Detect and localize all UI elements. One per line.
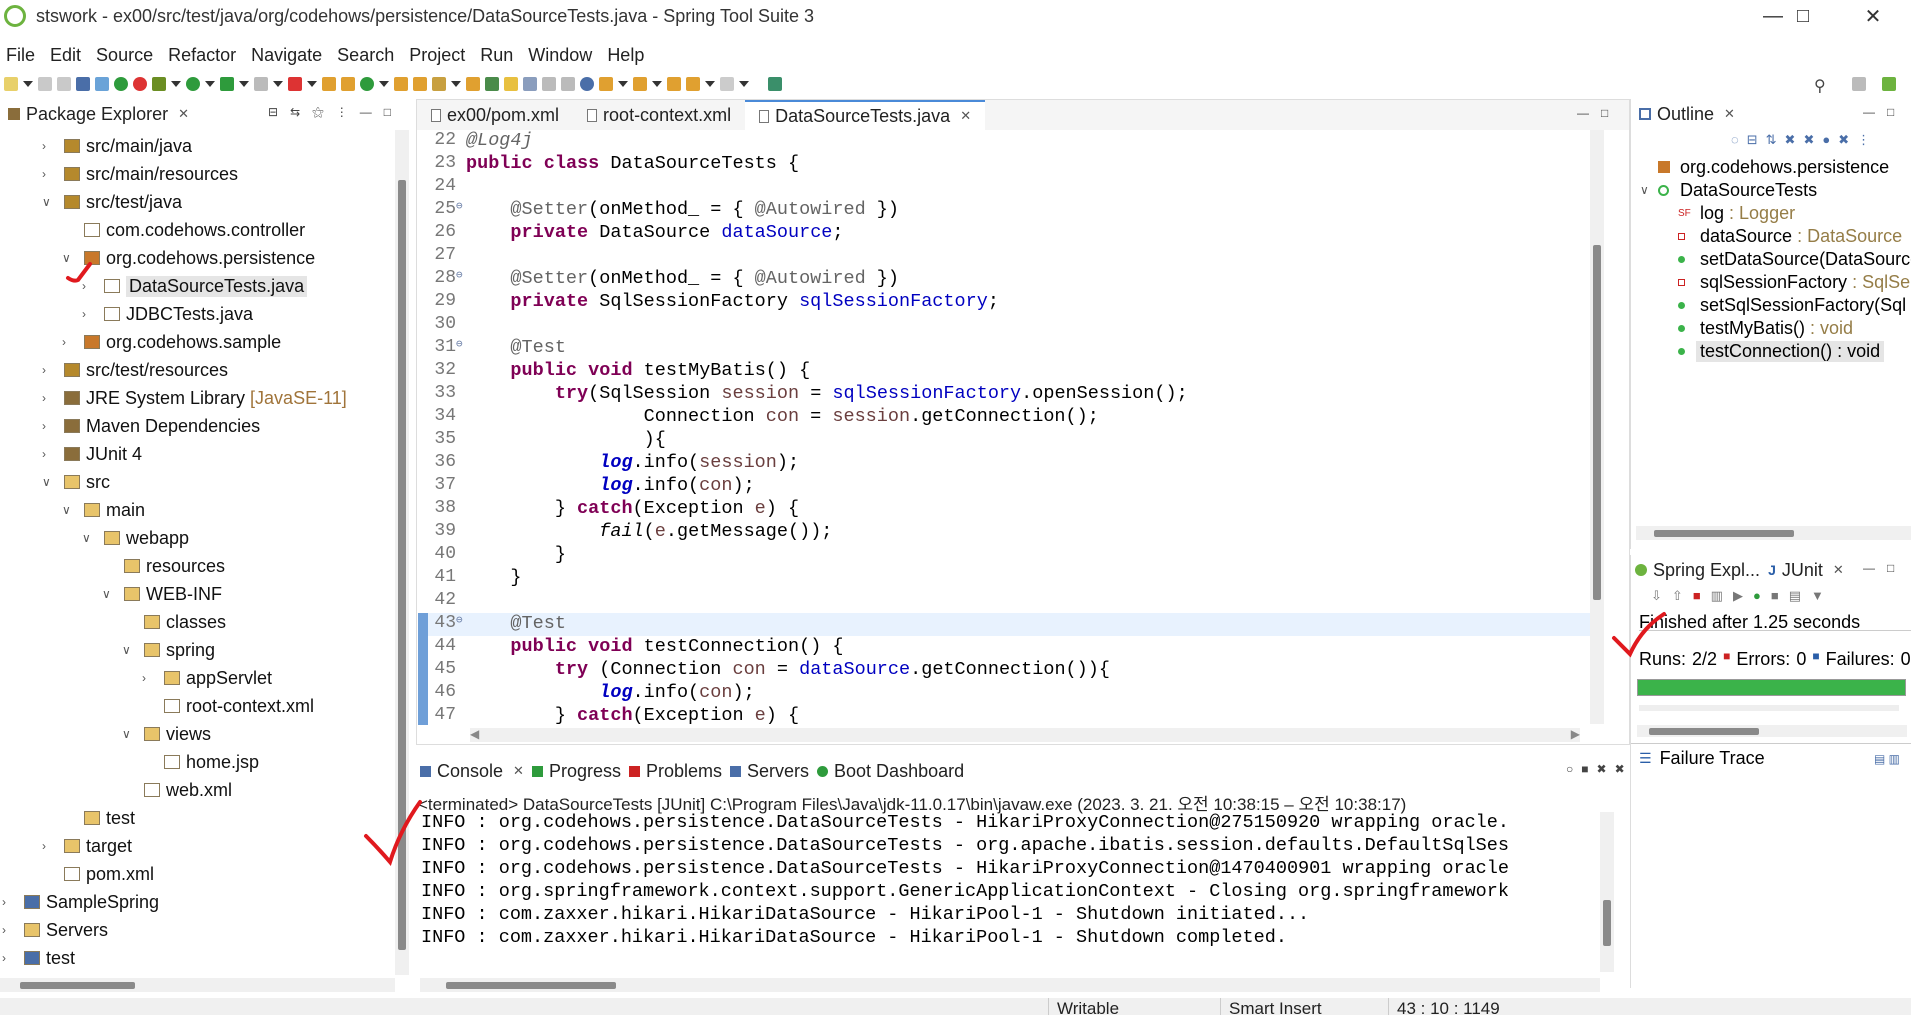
check-mark — [364, 800, 422, 867]
annotation-overlay — [66, 262, 1666, 867]
check-mark — [66, 262, 92, 283]
check-mark — [1612, 612, 1666, 658]
